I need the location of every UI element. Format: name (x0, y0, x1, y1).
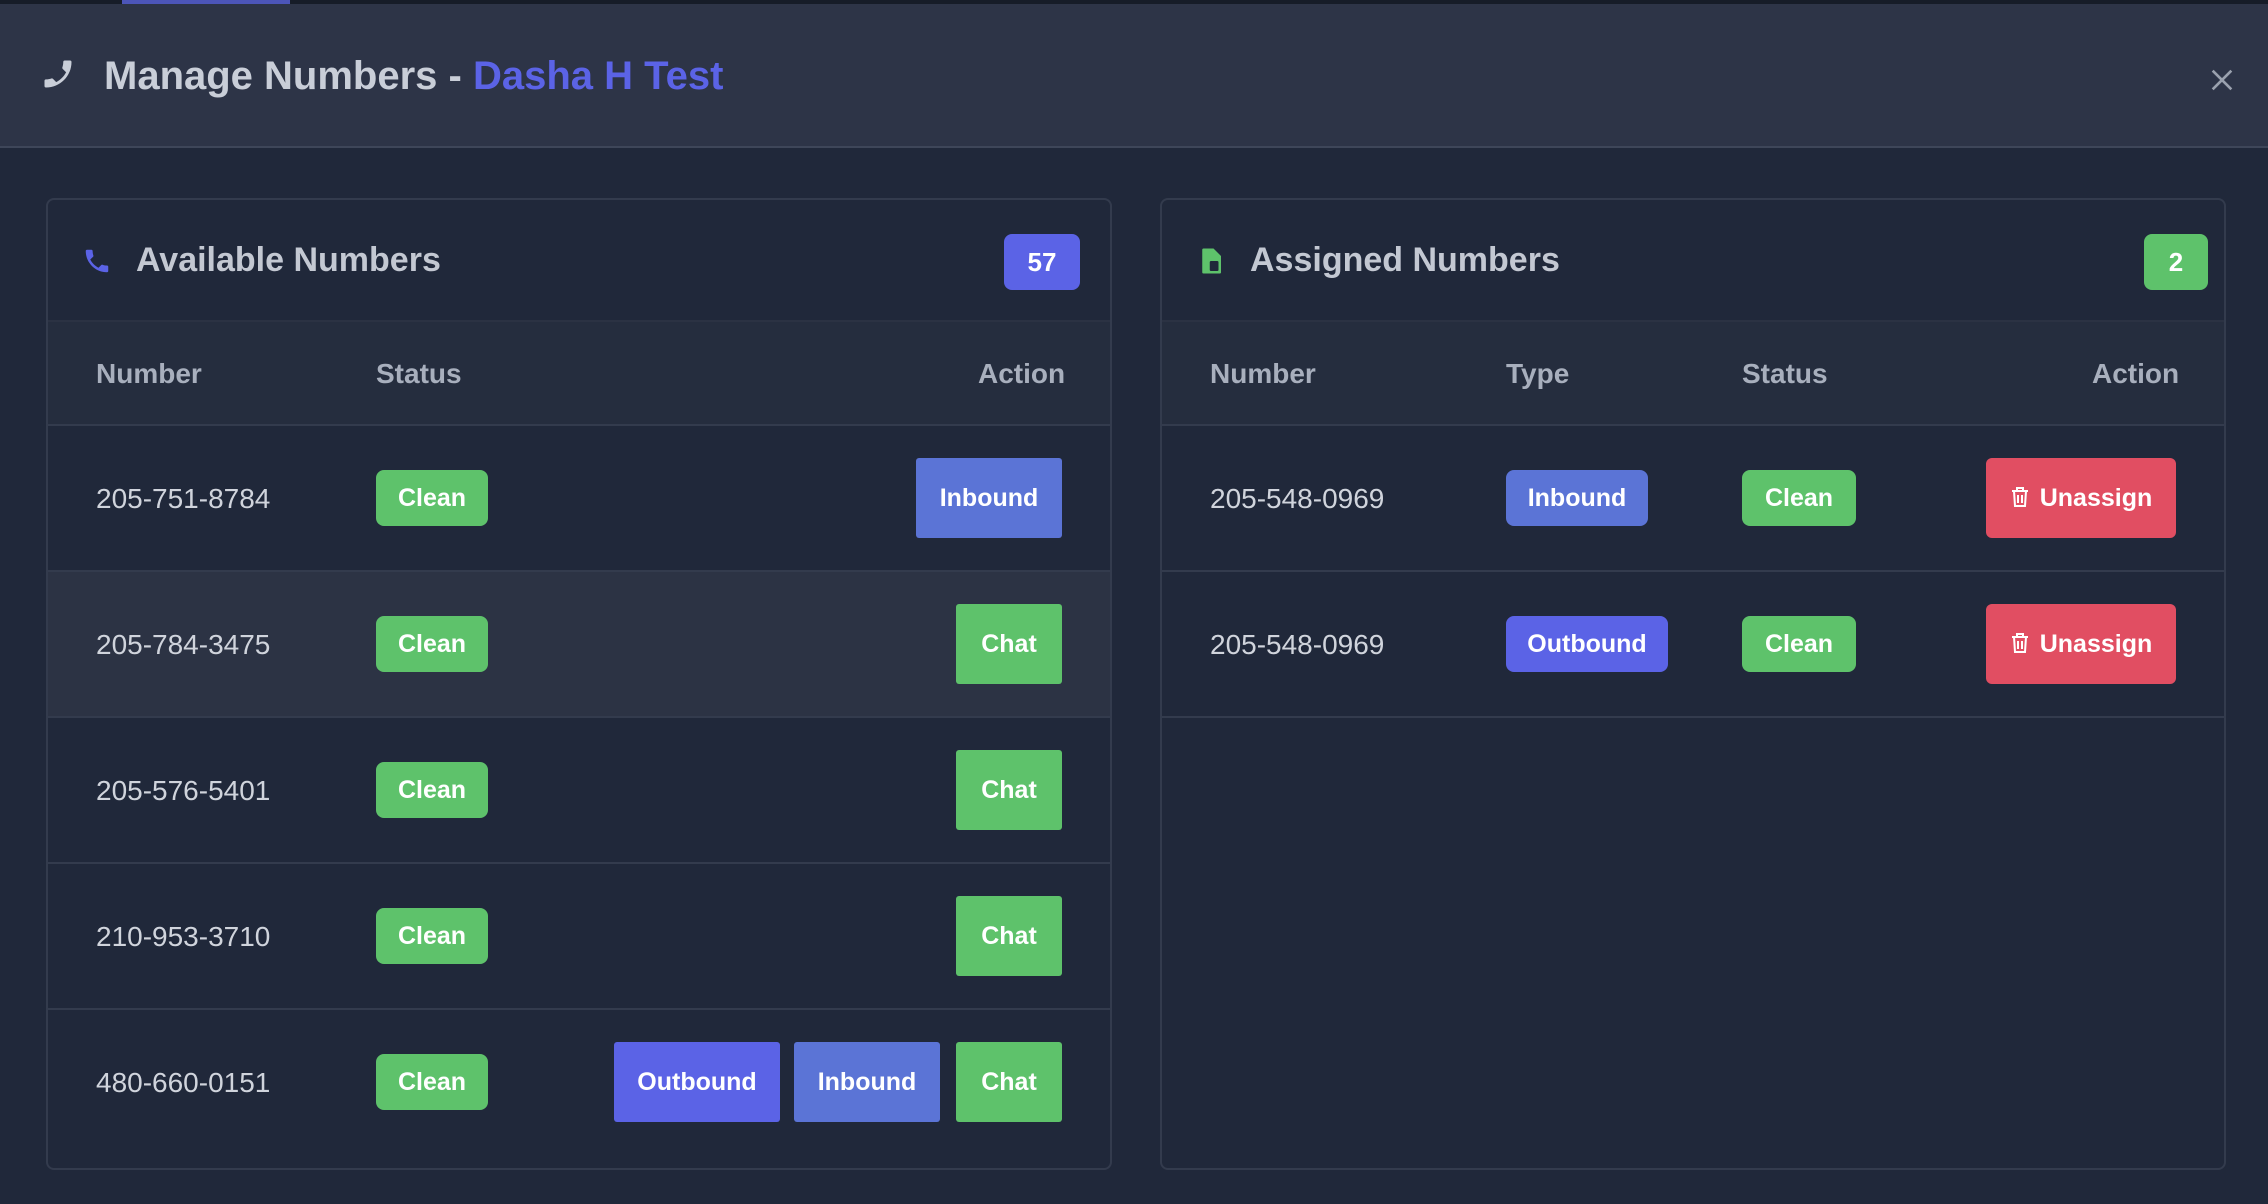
phone-number: 205-751-8784 (96, 483, 271, 514)
phone-icon (85, 249, 109, 273)
outbound-button[interactable]: Outbound (614, 1042, 780, 1122)
trash-icon (2011, 487, 2028, 508)
available-panel-header: Available Numbers 57 (48, 200, 1110, 322)
assigned-panel-header: Assigned Numbers 2 (1162, 200, 2224, 322)
type-badge: Outbound (1506, 616, 1668, 672)
table-row: 205-548-0969 Outbound Clean Unassign (1162, 572, 2224, 718)
chat-button[interactable]: Chat (956, 1042, 1062, 1122)
assigned-numbers-panel: Assigned Numbers 2 Number Type Status Ac… (1160, 198, 2226, 1170)
available-table-header: Number Status Action (48, 322, 1110, 426)
assigned-count-badge: 2 (2144, 234, 2208, 290)
status-badge: Clean (376, 616, 488, 672)
status-badge: Clean (1742, 616, 1856, 672)
phone-number: 205-548-0969 (1210, 629, 1385, 660)
column-header-number: Number (96, 358, 202, 389)
trash-icon (2011, 633, 2028, 654)
phone-number: 205-576-5401 (96, 775, 271, 806)
sim-card-icon (1202, 248, 1221, 274)
table-row: 205-784-3475 Clean Chat (48, 572, 1110, 718)
column-header-action: Action (978, 358, 1066, 389)
column-header-status: Status (376, 358, 462, 389)
modal-title: Manage Numbers - Dasha H Test (104, 48, 723, 104)
table-row: 210-953-3710 Clean Chat (48, 864, 1110, 1010)
unassign-label: Unassign (2039, 484, 2153, 512)
column-header-action: Action (2092, 358, 2180, 389)
available-numbers-panel: Available Numbers 57 Number Status Actio… (46, 198, 1112, 1170)
unassign-button[interactable]: Unassign (1986, 458, 2176, 538)
status-badge: Clean (376, 1054, 488, 1110)
title-account-name: Dasha H Test (472, 54, 724, 98)
phone-number: 480-660-0151 (96, 1067, 271, 1098)
chat-button[interactable]: Chat (956, 604, 1062, 684)
table-row: 205-576-5401 Clean Chat (48, 718, 1110, 864)
unassign-button[interactable]: Unassign (1986, 604, 2176, 684)
chat-button[interactable]: Chat (956, 896, 1062, 976)
table-row: 480-660-0151 Clean Outbound Inbound Chat (48, 1010, 1110, 1156)
available-panel-title: Available Numbers (136, 241, 441, 279)
phone-number: 205-784-3475 (96, 629, 271, 660)
column-header-status: Status (1742, 358, 1828, 389)
inbound-button[interactable]: Inbound (916, 458, 1062, 538)
table-row: 205-751-8784 Clean Inbound (48, 426, 1110, 572)
phone-number: 210-953-3710 (96, 921, 271, 952)
phone-number: 205-548-0969 (1210, 483, 1385, 514)
status-badge: Clean (376, 908, 488, 964)
available-count-badge: 57 (1004, 234, 1080, 290)
chat-button[interactable]: Chat (956, 750, 1062, 830)
assigned-panel-title: Assigned Numbers (1250, 241, 1560, 279)
modal-header: Manage Numbers - Dasha H Test (0, 4, 2268, 148)
phone-icon (44, 60, 72, 88)
table-row: 205-548-0969 Inbound Clean Unassign (1162, 426, 2224, 572)
title-prefix: Manage Numbers - (104, 54, 473, 98)
column-header-number: Number (1210, 358, 1316, 389)
unassign-label: Unassign (2039, 630, 2153, 658)
inbound-button[interactable]: Inbound (794, 1042, 940, 1122)
assigned-table-header: Number Type Status Action (1162, 322, 2224, 426)
type-badge: Inbound (1506, 470, 1648, 526)
status-badge: Clean (376, 762, 488, 818)
close-icon[interactable] (2206, 64, 2238, 96)
status-badge: Clean (376, 470, 488, 526)
status-badge: Clean (1742, 470, 1856, 526)
column-header-type: Type (1506, 358, 1570, 389)
